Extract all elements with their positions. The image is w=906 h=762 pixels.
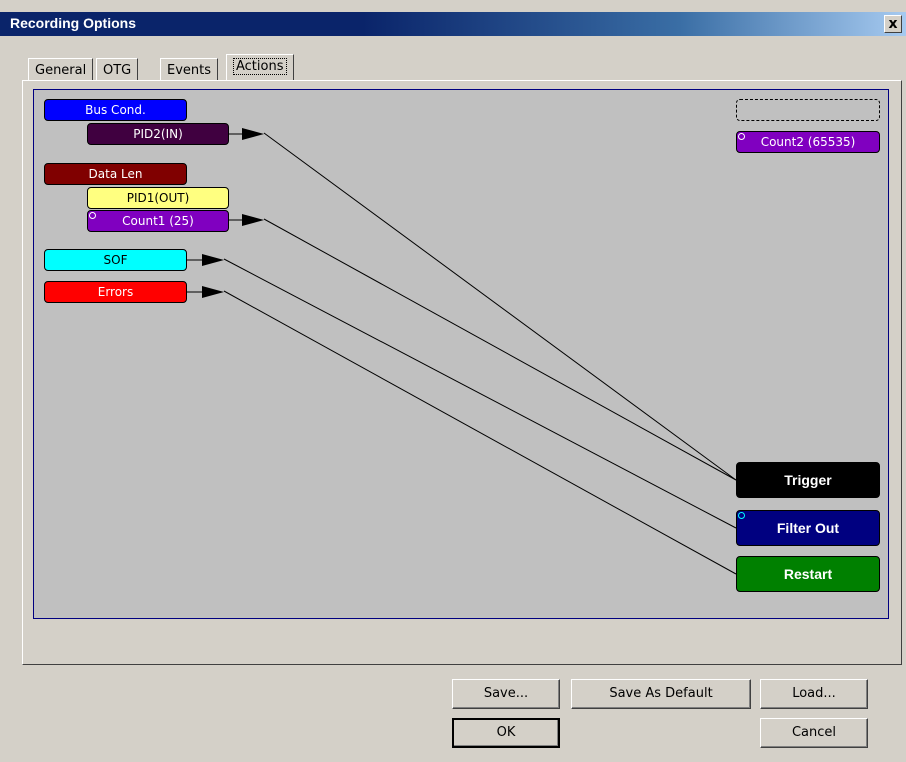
save-as-default-button[interactable]: Save As Default: [571, 679, 751, 709]
arrow-icon: [202, 286, 224, 298]
node-pid2-in[interactable]: PID2(IN): [87, 123, 229, 145]
cancel-button[interactable]: Cancel: [760, 718, 868, 748]
node-bus-cond[interactable]: Bus Cond.: [44, 99, 187, 121]
node-sof[interactable]: SOF: [44, 249, 187, 271]
node-count1[interactable]: Count1 (25): [87, 210, 229, 232]
counter-dot-icon: [738, 512, 745, 519]
action-restart[interactable]: Restart: [736, 556, 880, 592]
empty-slot[interactable]: [736, 99, 880, 121]
line-errors-restart: [223, 290, 737, 575]
node-data-len[interactable]: Data Len: [44, 163, 187, 185]
counter-dot-icon: [738, 133, 745, 140]
arrow-icon: [242, 128, 264, 140]
line-sof-filter: [223, 258, 737, 529]
save-button[interactable]: Save...: [452, 679, 560, 709]
node-count2[interactable]: Count2 (65535): [736, 131, 880, 153]
counter-dot-icon: [89, 212, 96, 219]
action-trigger[interactable]: Trigger: [736, 462, 880, 498]
line-count1-trigger: [263, 218, 737, 481]
node-pid1-out[interactable]: PID1(OUT): [87, 187, 229, 209]
arrow-icon: [202, 254, 224, 266]
node-errors[interactable]: Errors: [44, 281, 187, 303]
load-button[interactable]: Load...: [760, 679, 868, 709]
ok-button[interactable]: OK: [452, 718, 560, 748]
line-pid2-trigger: [263, 132, 737, 481]
action-filter-out[interactable]: Filter Out: [736, 510, 880, 546]
arrow-icon: [242, 214, 264, 226]
